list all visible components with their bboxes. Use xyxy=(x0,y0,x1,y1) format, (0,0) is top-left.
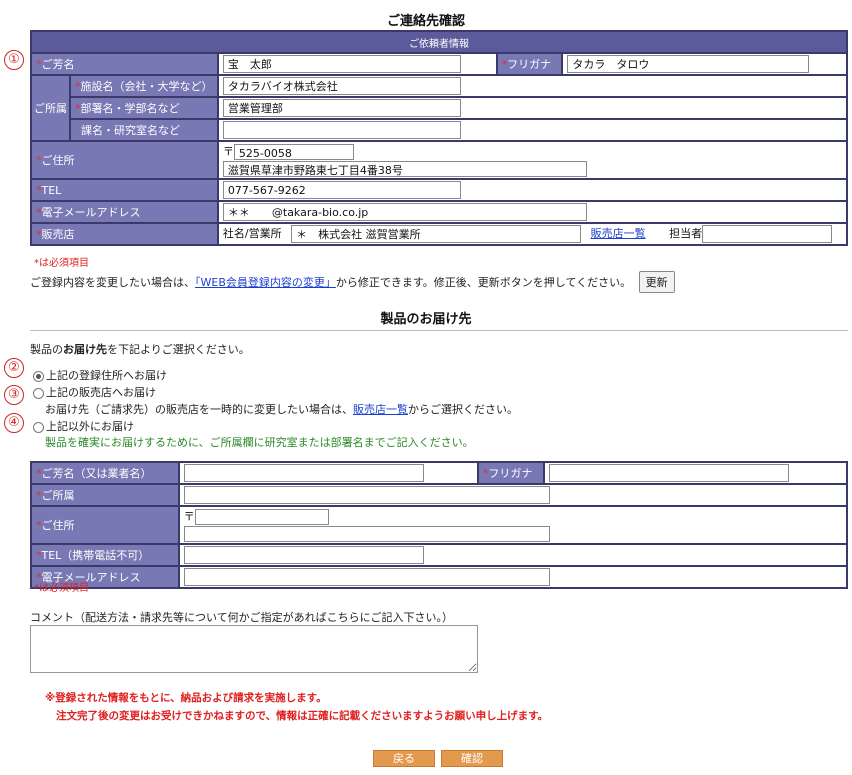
delivery-address-cell: 〒 xyxy=(177,505,849,545)
profile-change-link[interactable]: 「WEB会員登録内容の変更」 xyxy=(195,276,336,289)
facility-label: *施設名（会社・大学など） xyxy=(69,74,219,98)
confirm-button[interactable]: 確認 xyxy=(441,750,503,767)
address-label: *ご住所 xyxy=(30,140,219,180)
delivery-tel-field[interactable] xyxy=(183,546,424,564)
delivery-postal-field[interactable] xyxy=(194,509,329,525)
delivery-postal-mark: 〒 xyxy=(183,510,195,523)
delivery-title: 製品のお届け先 xyxy=(380,312,472,327)
option-other-note: 製品を確実にお届けするために、ご所属欄に研究室または部署名までご記入ください。 xyxy=(45,436,474,449)
notice-line-2: 注文完了後の変更はお受けできかねますので、情報は正確に記載くださいますようお願い… xyxy=(56,710,549,722)
dealer-cell: 社名/営業所 ＊ 株式会社 滋賀営業所 販売店一覧 担当者 xyxy=(216,222,849,246)
delivery-affiliation-label: *ご所属 xyxy=(30,483,180,507)
name-field[interactable]: 宝 太郎 xyxy=(222,55,461,73)
marker-1: ① xyxy=(4,50,24,70)
required-note: *は必須項目 xyxy=(34,258,89,269)
delivery-email-cell xyxy=(177,565,849,589)
email-field[interactable]: ＊＊ @takara-bio.co.jp xyxy=(222,203,587,221)
delivery-affiliation-cell xyxy=(177,483,849,507)
lab-cell xyxy=(216,118,849,142)
comment-textarea[interactable] xyxy=(30,625,478,673)
facility-cell: タカラバイオ株式会社 xyxy=(216,74,849,98)
contact-title: ご連絡先確認 xyxy=(386,14,465,29)
kana-cell: タカラ タロウ xyxy=(561,52,848,76)
tel-cell: 077-567-9262 xyxy=(216,178,849,202)
department-cell: 営業管理部 xyxy=(216,96,849,120)
kana-field[interactable]: タカラ タロウ xyxy=(567,55,810,73)
tel-label: *TEL xyxy=(30,178,219,202)
radio-dealer[interactable] xyxy=(33,387,44,399)
notice-line-1: ※登録された情報をもとに、納品および請求を実施します。 xyxy=(45,692,327,704)
dealer-field[interactable]: ＊ 株式会社 滋賀営業所 xyxy=(291,225,582,243)
person-label: 担当者 xyxy=(669,227,703,240)
lab-label: 課名・研究室名など xyxy=(69,118,219,142)
affiliation-label: ご所属 xyxy=(30,74,71,142)
marker-4: ④ xyxy=(4,413,24,433)
change-instruction: ご登録内容を変更したい場合は、「WEB会員登録内容の変更」から修正できます。修正… xyxy=(30,271,675,293)
comment-label: コメント（配送方法・請求先等について何かご指定があればこちらにご記入下さい。） xyxy=(30,611,453,624)
delivery-address-field[interactable] xyxy=(183,526,550,542)
department-label: *部署名・学部名など xyxy=(69,96,219,120)
delivery-kana-field[interactable] xyxy=(548,464,789,482)
update-button[interactable]: 更新 xyxy=(638,271,675,293)
delivery-name-label: *ご芳名（又は業者名） xyxy=(30,461,180,485)
option-dealer[interactable]: 上記の販売店へお届け xyxy=(33,384,156,400)
delivery-name-cell xyxy=(177,461,479,485)
delivery-instruction: 製品のお届け先を下記よりご選択ください。 xyxy=(30,343,250,356)
delivery-table: *ご芳名（又は業者名） *フリガナ *ご所属 *ご住所 〒 *TEL（携帯電話不… xyxy=(30,461,849,589)
postal-field[interactable]: 525-0058 xyxy=(233,144,354,160)
kana-label: *フリガナ xyxy=(495,52,564,76)
facility-field[interactable]: タカラバイオ株式会社 xyxy=(222,77,461,95)
radio-other-address[interactable] xyxy=(33,421,44,433)
dealer-list-link-2[interactable]: 販売店一覧 xyxy=(353,403,408,416)
person-field[interactable] xyxy=(702,225,833,243)
option-dealer-note: お届け先（ご請求先）の販売店を一時的に変更したい場合は、販売店一覧からご選択くだ… xyxy=(45,403,518,416)
delivery-address-label: *ご住所 xyxy=(30,505,180,545)
contact-table: ご依頼者情報 *ご芳名 宝 太郎 *フリガナ タカラ タロウ ご所属 *施設名（… xyxy=(30,30,849,246)
delivery-tel-label: *TEL（携帯電話不可） xyxy=(30,543,180,567)
email-cell: ＊＊ @takara-bio.co.jp xyxy=(216,200,849,224)
tel-field[interactable]: 077-567-9262 xyxy=(222,181,461,199)
delivery-email-field[interactable] xyxy=(183,568,550,586)
back-button[interactable]: 戻る xyxy=(373,750,435,767)
delivery-name-field[interactable] xyxy=(183,464,424,482)
department-field[interactable]: 営業管理部 xyxy=(222,99,461,117)
email-label: *電子メールアドレス xyxy=(30,200,219,224)
contact-table-header: ご依頼者情報 xyxy=(30,30,848,54)
dealer-label: *販売店 xyxy=(30,222,219,246)
option-registered-address[interactable]: 上記の登録住所へお届け xyxy=(33,367,167,383)
delivery-kana-label: *フリガナ xyxy=(476,461,545,485)
postal-mark: 〒 xyxy=(222,145,234,158)
marker-2: ② xyxy=(4,358,24,378)
option-other-address[interactable]: 上記以外にお届け xyxy=(33,418,134,434)
delivery-affiliation-field[interactable] xyxy=(183,486,550,504)
dealer-list-link[interactable]: 販売店一覧 xyxy=(591,227,646,240)
address-field[interactable]: 滋賀県草津市野路東七丁目4番38号 xyxy=(222,161,587,177)
delivery-kana-cell xyxy=(542,461,849,485)
delivery-required-note: *は必須項目 xyxy=(34,583,89,594)
dealer-company-label: 社名/営業所 xyxy=(222,227,282,240)
section-divider xyxy=(30,330,848,331)
radio-registered-address[interactable] xyxy=(33,370,44,382)
delivery-tel-cell xyxy=(177,543,849,567)
marker-3: ③ xyxy=(4,385,24,405)
lab-field[interactable] xyxy=(222,121,461,139)
address-cell: 〒 525-0058 滋賀県草津市野路東七丁目4番38号 xyxy=(216,140,849,180)
name-cell: 宝 太郎 xyxy=(216,52,498,76)
name-label: *ご芳名 xyxy=(30,52,219,76)
